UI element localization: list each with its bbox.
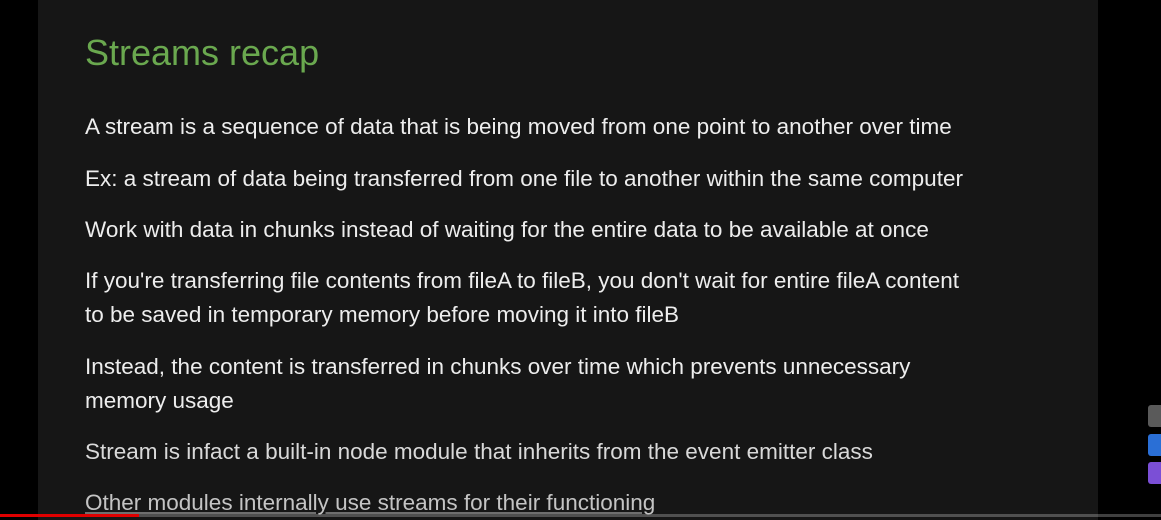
slide-bullet-2: Ex: a stream of data being transferred f… — [85, 162, 1075, 196]
bullet-line: A stream is a sequence of data that is b… — [85, 114, 952, 139]
presentation-slide: Streams recap A stream is a sequence of … — [38, 0, 1098, 520]
bullet-line: Instead, the content is transferred in c… — [85, 354, 911, 379]
side-tabs — [1148, 405, 1161, 490]
side-tab-gray[interactable] — [1148, 405, 1161, 427]
slide-bullet-6: Stream is infact a built-in node module … — [85, 435, 1075, 469]
bullet-line: If you're transferring file contents fro… — [85, 268, 960, 293]
bullet-line: Ex: a stream of data being transferred f… — [85, 166, 963, 191]
slide-title: Streams recap — [85, 32, 320, 73]
slide-bullet-1: A stream is a sequence of data that is b… — [85, 110, 1075, 144]
slide-bullet-3: Work with data in chunks instead of wait… — [85, 213, 1075, 247]
video-viewport[interactable]: Streams recap A stream is a sequence of … — [0, 0, 1161, 520]
bullet-line: Stream is infact a built-in node module … — [85, 439, 873, 464]
slide-bullet-4: If you're transferring file contents fro… — [85, 264, 1075, 332]
bullet-line: to be saved in temporary memory before m… — [85, 302, 680, 327]
video-progress-bar[interactable] — [0, 514, 1161, 517]
slide-bullet-5: Instead, the content is transferred in c… — [85, 350, 1075, 418]
bullet-line: Work with data in chunks instead of wait… — [85, 217, 929, 242]
bullet-line: memory usage — [85, 388, 234, 413]
side-tab-purple[interactable] — [1148, 462, 1161, 484]
progress-played — [0, 514, 140, 517]
side-tab-blue[interactable] — [1148, 434, 1161, 456]
